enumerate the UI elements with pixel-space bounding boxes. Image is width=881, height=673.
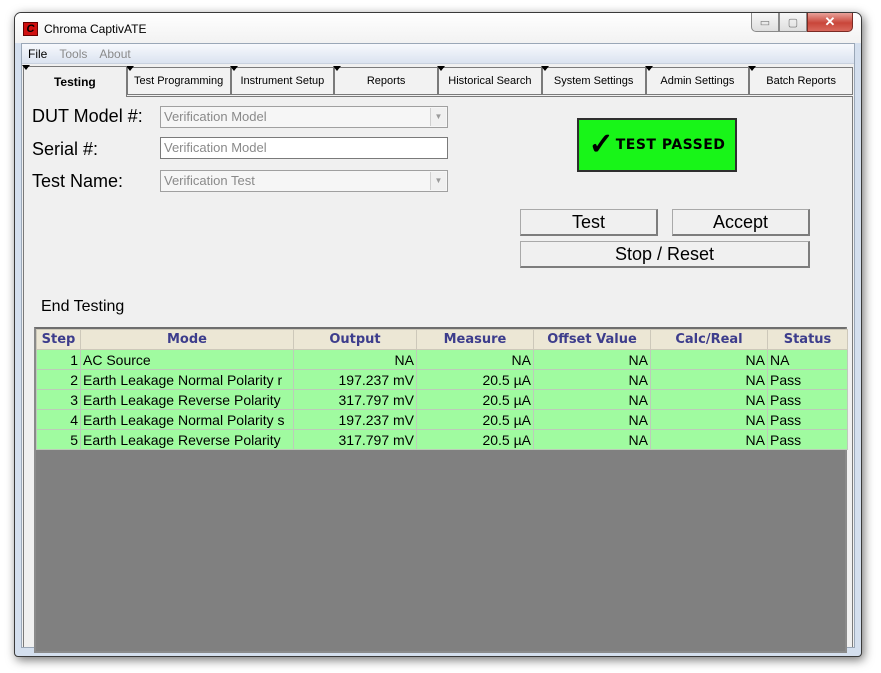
cell-status: Pass (767, 389, 848, 410)
tab-historical-search[interactable]: Historical Search (437, 66, 542, 95)
cell-calc-real: NA (650, 409, 768, 430)
cell-calc-real: NA (650, 369, 768, 390)
cell-offset-value: NA (533, 409, 651, 430)
column-header-calc-real[interactable]: Calc/Real (650, 329, 768, 350)
window-controls: ▭ ▢ ✕ (751, 13, 853, 32)
test-button[interactable]: Test (520, 209, 658, 236)
stop-reset-button[interactable]: Stop / Reset (520, 241, 810, 268)
dut-model-dropdown[interactable]: Verification Model ▼ (160, 106, 448, 128)
minimize-button[interactable]: ▭ (751, 13, 779, 32)
cell-step: 3 (36, 389, 81, 410)
table-row[interactable]: 4 Earth Leakage Normal Polarity s 197.237 … (36, 409, 848, 430)
check-icon: ✓ (588, 128, 614, 161)
tab-batch-reports[interactable]: Batch Reports (748, 66, 853, 95)
minimize-icon: ▭ (759, 16, 771, 29)
cell-step: 2 (36, 369, 81, 390)
results-table: Step Mode Output Measure Offset Value Ca… (36, 329, 848, 450)
tab-test-programming[interactable]: Test Programming (125, 66, 231, 95)
table-row[interactable]: 5 Earth Leakage Reverse Polarity 317.797 m… (36, 429, 848, 450)
cell-offset-value: NA (533, 369, 651, 390)
cell-status: Pass (767, 429, 848, 450)
test-state-label: End Testing (41, 298, 125, 315)
close-icon: ✕ (824, 14, 836, 29)
cell-step: 1 (36, 349, 81, 370)
tab-admin-settings[interactable]: Admin Settings (644, 66, 750, 95)
results-grid[interactable]: Step Mode Output Measure Offset Value Ca… (34, 327, 848, 653)
dut-model-value: Verification Model (164, 109, 267, 124)
test-status-banner: ✓ TEST PASSED (577, 118, 737, 172)
cell-status: NA (767, 349, 848, 370)
table-body: 1 AC Source NA NA NA NA NA 2 Earth Leakage Norma… (36, 349, 848, 450)
cell-step: 4 (36, 409, 81, 430)
test-name-label: Test Name: (32, 171, 124, 191)
cell-measure: 20.5 µA (416, 369, 534, 390)
chroma-logo-icon: C (23, 22, 38, 36)
column-header-output[interactable]: Output (293, 329, 417, 350)
app-window: C Chroma CaptivATE ▭ ▢ ✕ File Tools Abou… (14, 12, 862, 657)
maximize-icon: ▢ (787, 16, 799, 29)
chevron-down-icon[interactable]: ▼ (430, 108, 446, 126)
cell-output: 197.237 mV (293, 409, 417, 430)
table-header-row: Step Mode Output Measure Offset Value Ca… (36, 329, 848, 350)
serial-value: Verification Model (164, 140, 267, 155)
cell-mode: AC Source (80, 349, 294, 370)
cell-calc-real: NA (650, 429, 768, 450)
cell-measure: 20.5 µA (416, 409, 534, 430)
column-header-measure[interactable]: Measure (416, 329, 534, 350)
tab-reports[interactable]: Reports (333, 66, 438, 95)
cell-status: Pass (767, 409, 848, 430)
serial-input[interactable]: Verification Model (160, 137, 448, 159)
cell-step: 5 (36, 429, 81, 450)
client-area: File Tools About Testing Test Programmin… (21, 43, 855, 653)
cell-offset-value: NA (533, 389, 651, 410)
column-header-step[interactable]: Step (36, 329, 81, 350)
tab-system-settings[interactable]: System Settings (540, 66, 646, 95)
cell-mode: Earth Leakage Normal Polarity r (80, 369, 294, 390)
cell-measure: NA (416, 349, 534, 370)
test-name-value: Verification Test (164, 173, 255, 188)
column-header-offset-value[interactable]: Offset Value (533, 329, 651, 350)
table-row[interactable]: 2 Earth Leakage Normal Polarity r 197.237 … (36, 369, 848, 390)
cell-measure: 20.5 µA (416, 389, 534, 410)
column-header-status[interactable]: Status (767, 329, 848, 350)
cell-mode: Earth Leakage Reverse Polarity (80, 389, 294, 410)
menu-file[interactable]: File (22, 47, 53, 61)
tab-testing[interactable]: Testing (22, 65, 127, 97)
dut-model-label: DUT Model #: (32, 106, 143, 126)
tab-instrument-setup[interactable]: Instrument Setup (229, 66, 335, 95)
status-text: TEST PASSED (615, 137, 726, 153)
title-bar[interactable]: C Chroma CaptivATE ▭ ▢ ✕ (15, 13, 861, 43)
testing-panel: DUT Model #: Verification Model ▼ Serial… (23, 96, 853, 653)
table-row[interactable]: 3 Earth Leakage Reverse Polarity 317.797 m… (36, 389, 848, 410)
table-row[interactable]: 1 AC Source NA NA NA NA NA (36, 349, 848, 370)
accept-button[interactable]: Accept (672, 209, 810, 236)
tab-strip: Testing Test Programming Instrument Setu… (22, 65, 853, 97)
cell-measure: 20.5 µA (416, 429, 534, 450)
cell-output: 197.237 mV (293, 369, 417, 390)
cell-calc-real: NA (650, 389, 768, 410)
cell-output: 317.797 mV (293, 429, 417, 450)
maximize-button[interactable]: ▢ (779, 13, 807, 32)
menu-about[interactable]: About (93, 47, 136, 61)
close-button[interactable]: ✕ (807, 13, 853, 32)
menu-bar: File Tools About (22, 44, 854, 64)
cell-mode: Earth Leakage Normal Polarity s (80, 409, 294, 430)
cell-status: Pass (767, 369, 848, 390)
cell-output: 317.797 mV (293, 389, 417, 410)
menu-tools[interactable]: Tools (53, 47, 93, 61)
column-header-mode[interactable]: Mode (80, 329, 294, 350)
cell-offset-value: NA (533, 429, 651, 450)
window-title: Chroma CaptivATE (44, 22, 147, 36)
cell-mode: Earth Leakage Reverse Polarity (80, 429, 294, 450)
cell-calc-real: NA (650, 349, 768, 370)
serial-label: Serial #: (32, 139, 99, 159)
test-name-dropdown[interactable]: Verification Test ▼ (160, 170, 448, 192)
chevron-down-icon[interactable]: ▼ (430, 172, 446, 190)
cell-offset-value: NA (533, 349, 651, 370)
cell-output: NA (293, 349, 417, 370)
